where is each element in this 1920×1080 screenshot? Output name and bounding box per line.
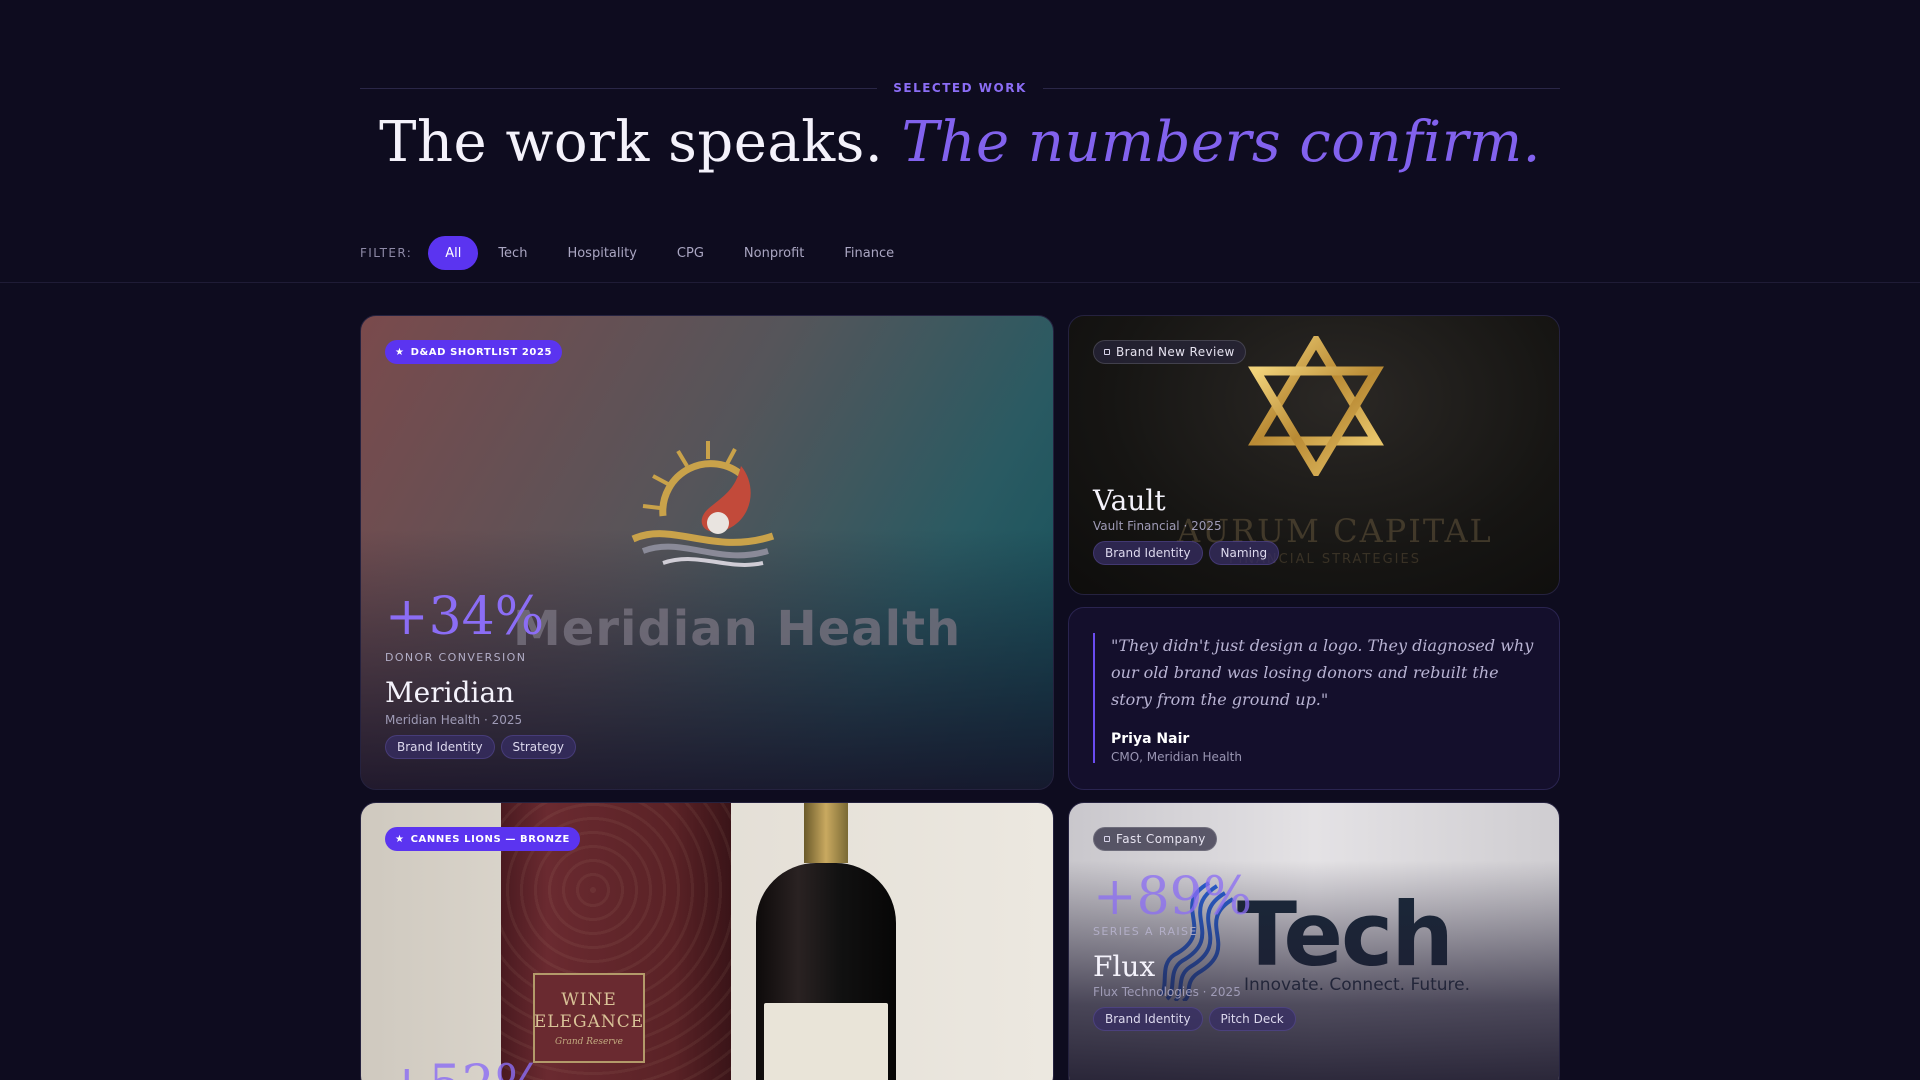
project-metric: +34% <box>385 587 545 647</box>
project-meta: Meridian Health · 2025 <box>385 713 523 727</box>
tag-brand-identity: Brand Identity <box>1093 1007 1203 1031</box>
star-icon: ★ <box>395 833 405 845</box>
tag-naming: Naming <box>1208 541 1280 565</box>
title-plain: The work speaks. <box>379 110 884 175</box>
wine-label-plaque: WINE ELEGANCE Grand Reserve <box>533 973 645 1063</box>
square-icon <box>1104 349 1110 355</box>
divider-right <box>1042 87 1560 89</box>
tag-brand-identity: Brand Identity <box>385 735 495 759</box>
project-card-vault[interactable]: AURUM CAPITAL FINANCIAL STRATEGIES Brand… <box>1068 315 1560 595</box>
aurum-star-logo-icon <box>1248 336 1384 476</box>
tag-pitch-deck: Pitch Deck <box>1208 1007 1296 1031</box>
filter-chip-tech[interactable]: Tech <box>478 236 547 270</box>
filter-label: FILTER: <box>360 246 413 260</box>
project-tags: Brand Identity Naming <box>1093 541 1280 565</box>
award-badge: ★ CANNES LIONS — BRONZE <box>385 827 580 851</box>
project-metric-label: DONOR CONVERSION <box>385 651 527 664</box>
project-card-wine[interactable]: WINE ELEGANCE Grand Reserve ★ CANNES LIO… <box>360 802 1054 1080</box>
wine-label-line1: WINE <box>561 990 617 1010</box>
testimonial-author: Priya Nair <box>1111 731 1190 747</box>
meridian-logo-icon <box>631 441 775 567</box>
project-title: Vault <box>1093 484 1166 517</box>
wine-label-line3: Grand Reserve <box>554 1037 624 1047</box>
award-badge-label: CANNES LIONS — BRONZE <box>410 833 570 845</box>
quote-accent-bar <box>1093 633 1095 763</box>
project-tags: Brand Identity Pitch Deck <box>1093 1007 1296 1031</box>
project-card-meridian[interactable]: Meridian Health ★ D&AD SHORTLIST 2025 +3… <box>360 315 1054 790</box>
tag-brand-identity: Brand Identity <box>1093 541 1203 565</box>
press-badge-label: Fast Company <box>1116 832 1206 846</box>
project-info: Vault Vault Financial · 2025 Brand Ident… <box>1093 484 1280 565</box>
eyebrow-label: SELECTED WORK <box>893 81 1027 95</box>
filter-chip-all[interactable]: All <box>428 236 479 270</box>
testimonial-card: "They didn't just design a logo. They di… <box>1068 607 1560 790</box>
award-badge-label: D&AD SHORTLIST 2025 <box>410 346 553 358</box>
tag-strategy: Strategy <box>500 735 576 759</box>
meridian-wordmark: Meridian Health <box>513 601 962 657</box>
project-metric: +52% <box>385 1055 544 1080</box>
project-meta: Vault Financial · 2025 <box>1093 519 1222 533</box>
review-badge-label: Brand New Review <box>1116 345 1235 359</box>
project-metric: +89% <box>1093 867 1253 927</box>
testimonial-role: CMO, Meridian Health <box>1111 750 1242 764</box>
testimonial-quote: "They didn't just design a logo. They di… <box>1111 636 1534 709</box>
page-title: The work speaks. The numbers confirm. <box>0 110 1920 175</box>
project-card-flux[interactable]: Tech Innovate. Connect. Future. Fast Com… <box>1068 802 1560 1080</box>
project-info: +89% SERIES A RAISE Flux Flux Technologi… <box>1093 871 1296 1031</box>
review-badge: Brand New Review <box>1093 340 1246 364</box>
square-icon <box>1104 836 1110 842</box>
wine-label-line2: ELEGANCE <box>533 1012 645 1032</box>
project-meta: Flux Technologies · 2025 <box>1093 985 1241 999</box>
press-badge: Fast Company <box>1093 827 1217 851</box>
filter-chip-cpg[interactable]: CPG <box>657 236 724 270</box>
filter-divider <box>0 282 1920 283</box>
star-icon: ★ <box>395 346 405 358</box>
filter-bar: FILTER: All Tech Hospitality CPG Nonprof… <box>360 236 914 270</box>
project-title: Flux <box>1093 950 1156 983</box>
title-accent: The numbers confirm. <box>901 110 1541 175</box>
award-badge: ★ D&AD SHORTLIST 2025 <box>385 340 563 364</box>
wine-bottle-image <box>756 803 896 1080</box>
filter-chip-hospitality[interactable]: Hospitality <box>547 236 656 270</box>
section-eyebrow: SELECTED WORK <box>360 80 1560 96</box>
project-tags: Brand Identity Strategy <box>385 735 576 759</box>
divider-left <box>360 87 878 89</box>
project-title: Meridian <box>385 676 515 709</box>
filter-chip-nonprofit[interactable]: Nonprofit <box>724 236 824 270</box>
filter-chip-finance[interactable]: Finance <box>824 236 914 270</box>
project-info: +34% DONOR CONVERSION Meridian Meridian … <box>385 591 576 759</box>
